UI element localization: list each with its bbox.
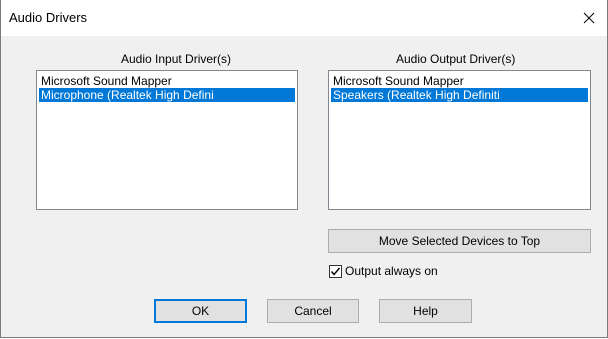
title-bar[interactable]: Audio Drivers [1, 0, 607, 36]
ok-button[interactable]: OK [154, 299, 247, 323]
output-always-on-checkbox-row[interactable]: Output always on [329, 264, 438, 278]
close-button[interactable] [571, 0, 607, 36]
output-drivers-list[interactable]: Microsoft Sound Mapper Speakers (Realtek … [328, 70, 591, 210]
input-drivers-label-text: Audio Input Driver(s) [121, 52, 232, 66]
output-always-on-label: Output always on [345, 264, 438, 278]
close-icon [583, 12, 595, 24]
list-item[interactable]: Microsoft Sound Mapper [39, 74, 295, 88]
list-item[interactable]: Microphone (Realtek High Defini [39, 88, 295, 102]
input-drivers-label: Audio Input Driver(s) [121, 52, 231, 66]
checkmark-icon [330, 267, 341, 276]
cancel-label: Cancel [294, 304, 332, 318]
input-drivers-list[interactable]: Microsoft Sound Mapper Microphone (Realte… [36, 70, 298, 210]
move-selected-to-top-label: Move Selected Devices to Top [378, 234, 541, 248]
ok-label: OK [191, 304, 210, 318]
audio-drivers-dialog: Audio Drivers Audio Input Driver(s) Micr… [0, 0, 608, 338]
list-item[interactable]: Speakers (Realtek High Definiti [331, 88, 588, 102]
output-drivers-label: Audio Output Driver(s) [396, 52, 515, 66]
output-always-on-checkbox[interactable] [329, 264, 342, 278]
help-button[interactable]: Help [379, 299, 472, 323]
window-title: Audio Drivers [9, 10, 88, 25]
list-item[interactable]: Microsoft Sound Mapper [331, 74, 588, 88]
move-selected-to-top-button[interactable]: Move Selected Devices to Top [328, 229, 591, 253]
help-label: Help [413, 304, 438, 318]
output-drivers-label-text: Audio Output Driver(s) [396, 52, 516, 66]
cancel-button[interactable]: Cancel [267, 299, 359, 323]
